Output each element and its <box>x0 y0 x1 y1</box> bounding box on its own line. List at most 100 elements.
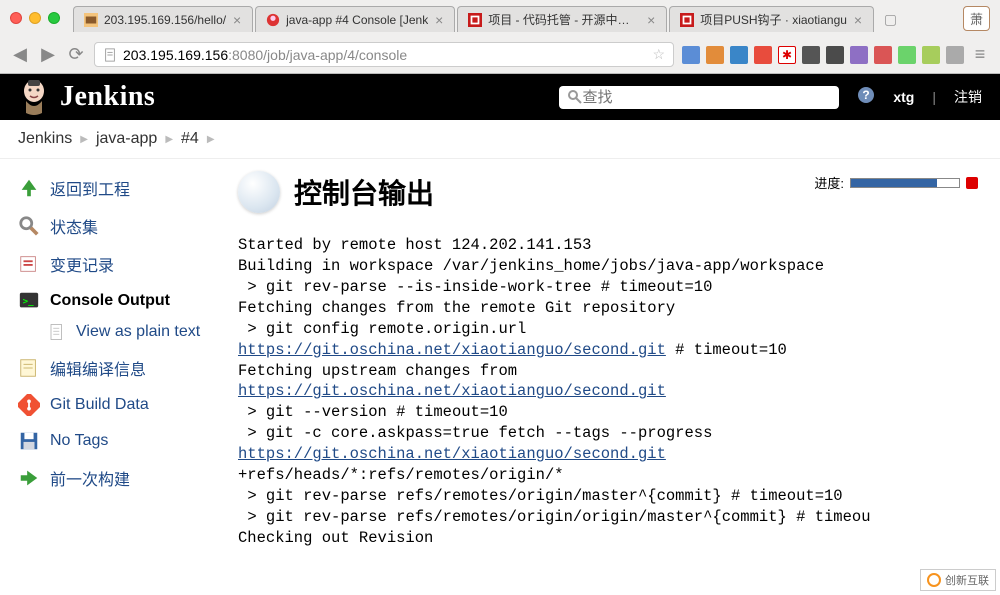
sidebar-label: 状态集 <box>50 214 98 238</box>
browser-tab-3[interactable]: 项目PUSH钩子 · xiaotiangu × <box>669 6 874 32</box>
search-icon <box>18 215 40 237</box>
extension-icon[interactable] <box>922 46 940 64</box>
url-port: :8080 <box>228 47 263 63</box>
url-host: 203.195.169.156 <box>123 47 228 63</box>
sidebar: 返回到工程 状态集 变更记录 >_ Console Output View as… <box>0 159 230 549</box>
search-box[interactable] <box>559 86 839 109</box>
tab-label: 项目PUSH钩子 · xiaotiangu <box>700 11 847 28</box>
crumb-jenkins[interactable]: Jenkins <box>18 130 72 148</box>
sidebar-item-edit-build[interactable]: 编辑编译信息 <box>14 349 216 387</box>
tab-close-icon[interactable]: × <box>232 12 242 28</box>
sidebar-item-view-plain[interactable]: View as plain text <box>14 319 216 349</box>
tab-bar: 203.195.169.156/hello/ × java-app #4 Con… <box>67 4 956 32</box>
extension-icon[interactable] <box>946 46 964 64</box>
notepad-icon <box>18 357 40 379</box>
content: 进度: 控制台输出 Started by remote host 124.202… <box>230 159 1000 549</box>
window-minimize-button[interactable] <box>29 12 41 24</box>
new-tab-button[interactable]: ▢ <box>876 7 905 32</box>
sidebar-label: 变更记录 <box>50 252 114 276</box>
sidebar-item-status[interactable]: 状态集 <box>14 207 216 245</box>
tab-label: 项目 - 代码托管 - 开源中国社 <box>488 11 640 28</box>
tab-label: 203.195.169.156/hello/ <box>104 13 226 27</box>
sidebar-label: 返回到工程 <box>50 176 130 200</box>
progress-label: 进度: <box>814 173 844 192</box>
nav-forward-button[interactable]: ▶ <box>38 44 58 65</box>
divider: | <box>932 89 936 105</box>
tab-close-icon[interactable]: × <box>853 12 863 28</box>
window-controls: 203.195.169.156/hello/ × java-app #4 Con… <box>0 0 1000 36</box>
extension-icon[interactable] <box>802 46 820 64</box>
tab-label: java-app #4 Console [Jenk <box>286 13 428 27</box>
browser-tab-1[interactable]: java-app #4 Console [Jenk × <box>255 6 455 32</box>
search-icon <box>567 89 582 105</box>
console-output: Started by remote host 124.202.141.153 B… <box>238 235 982 549</box>
logout-link[interactable]: 注销 <box>954 87 982 107</box>
progress-bar <box>850 178 960 188</box>
search-input[interactable] <box>582 89 831 106</box>
profile-chip[interactable]: 萧 <box>963 6 990 31</box>
chevron-right-icon: ▶ <box>165 134 173 145</box>
oschina-favicon-icon <box>468 13 482 27</box>
page-icon <box>103 48 117 62</box>
browser-chrome: 203.195.169.156/hello/ × java-app #4 Con… <box>0 0 1000 74</box>
user-link[interactable]: xtg <box>893 89 914 105</box>
browser-tab-2[interactable]: 项目 - 代码托管 - 开源中国社 × <box>457 6 667 32</box>
crumb-job[interactable]: java-app <box>96 130 157 148</box>
extension-icon[interactable]: ✱ <box>778 46 796 64</box>
sidebar-item-back[interactable]: 返回到工程 <box>14 169 216 207</box>
nav-reload-button[interactable]: ⟳ <box>66 44 86 65</box>
svg-text:?: ? <box>863 88 870 102</box>
window-zoom-button[interactable] <box>48 12 60 24</box>
save-icon <box>18 430 40 452</box>
document-icon <box>48 323 66 341</box>
sidebar-label: No Tags <box>50 432 108 450</box>
sidebar-label: Git Build Data <box>50 396 149 414</box>
extension-icon[interactable] <box>682 46 700 64</box>
changes-icon <box>18 253 40 275</box>
sidebar-label: View as plain text <box>76 323 200 341</box>
tab-close-icon[interactable]: × <box>434 12 444 28</box>
help-icon[interactable]: ? <box>857 86 875 109</box>
sidebar-item-console[interactable]: >_ Console Output <box>14 283 216 319</box>
window-close-button[interactable] <box>10 12 22 24</box>
main: 返回到工程 状态集 变更记录 >_ Console Output View as… <box>0 159 1000 549</box>
nav-back-button[interactable]: ◀ <box>10 44 30 65</box>
browser-tab-0[interactable]: 203.195.169.156/hello/ × <box>73 6 253 32</box>
tab-close-icon[interactable]: × <box>646 12 656 28</box>
sidebar-item-git-data[interactable]: Git Build Data <box>14 387 216 423</box>
extension-icon[interactable] <box>874 46 892 64</box>
bookmark-star-icon[interactable]: ☆ <box>652 46 665 63</box>
chevron-right-icon: ▶ <box>207 134 215 145</box>
console-link[interactable]: https://git.oschina.net/xiaotianguo/seco… <box>238 341 666 359</box>
console-link[interactable]: https://git.oschina.net/xiaotianguo/seco… <box>238 382 666 400</box>
git-icon <box>18 394 40 416</box>
watermark-icon <box>927 573 941 587</box>
extension-icons: ✱ ≡ <box>682 44 990 65</box>
sidebar-item-no-tags[interactable]: No Tags <box>14 423 216 459</box>
url-path: /job/java-app/4/console <box>263 47 407 63</box>
jenkins-logo-icon <box>18 77 50 117</box>
progress-fill <box>851 179 937 187</box>
extension-icon[interactable] <box>826 46 844 64</box>
progress-row: 进度: <box>814 173 978 192</box>
stop-build-button[interactable] <box>966 177 978 189</box>
left-arrow-icon <box>18 467 40 489</box>
extension-icon[interactable] <box>706 46 724 64</box>
crumb-build[interactable]: #4 <box>181 130 199 148</box>
watermark-text: 创新互联 <box>945 572 989 588</box>
address-bar[interactable]: 203.195.169.156:8080/job/java-app/4/cons… <box>94 42 674 67</box>
extension-icon[interactable] <box>850 46 868 64</box>
extension-icon[interactable] <box>730 46 748 64</box>
browser-toolbar: ◀ ▶ ⟳ 203.195.169.156:8080/job/java-app/… <box>0 36 1000 73</box>
chevron-right-icon: ▶ <box>80 134 88 145</box>
sidebar-item-prev-build[interactable]: 前一次构建 <box>14 459 216 497</box>
jenkins-logo[interactable]: Jenkins <box>18 77 155 117</box>
extension-icon[interactable] <box>754 46 772 64</box>
extension-icon[interactable] <box>898 46 916 64</box>
jenkins-title: Jenkins <box>60 81 155 113</box>
sidebar-item-changes[interactable]: 变更记录 <box>14 245 216 283</box>
oschina-favicon-icon <box>680 13 694 27</box>
terminal-icon: >_ <box>18 290 40 312</box>
chrome-menu-button[interactable]: ≡ <box>970 44 990 65</box>
console-link[interactable]: https://git.oschina.net/xiaotianguo/seco… <box>238 445 666 463</box>
